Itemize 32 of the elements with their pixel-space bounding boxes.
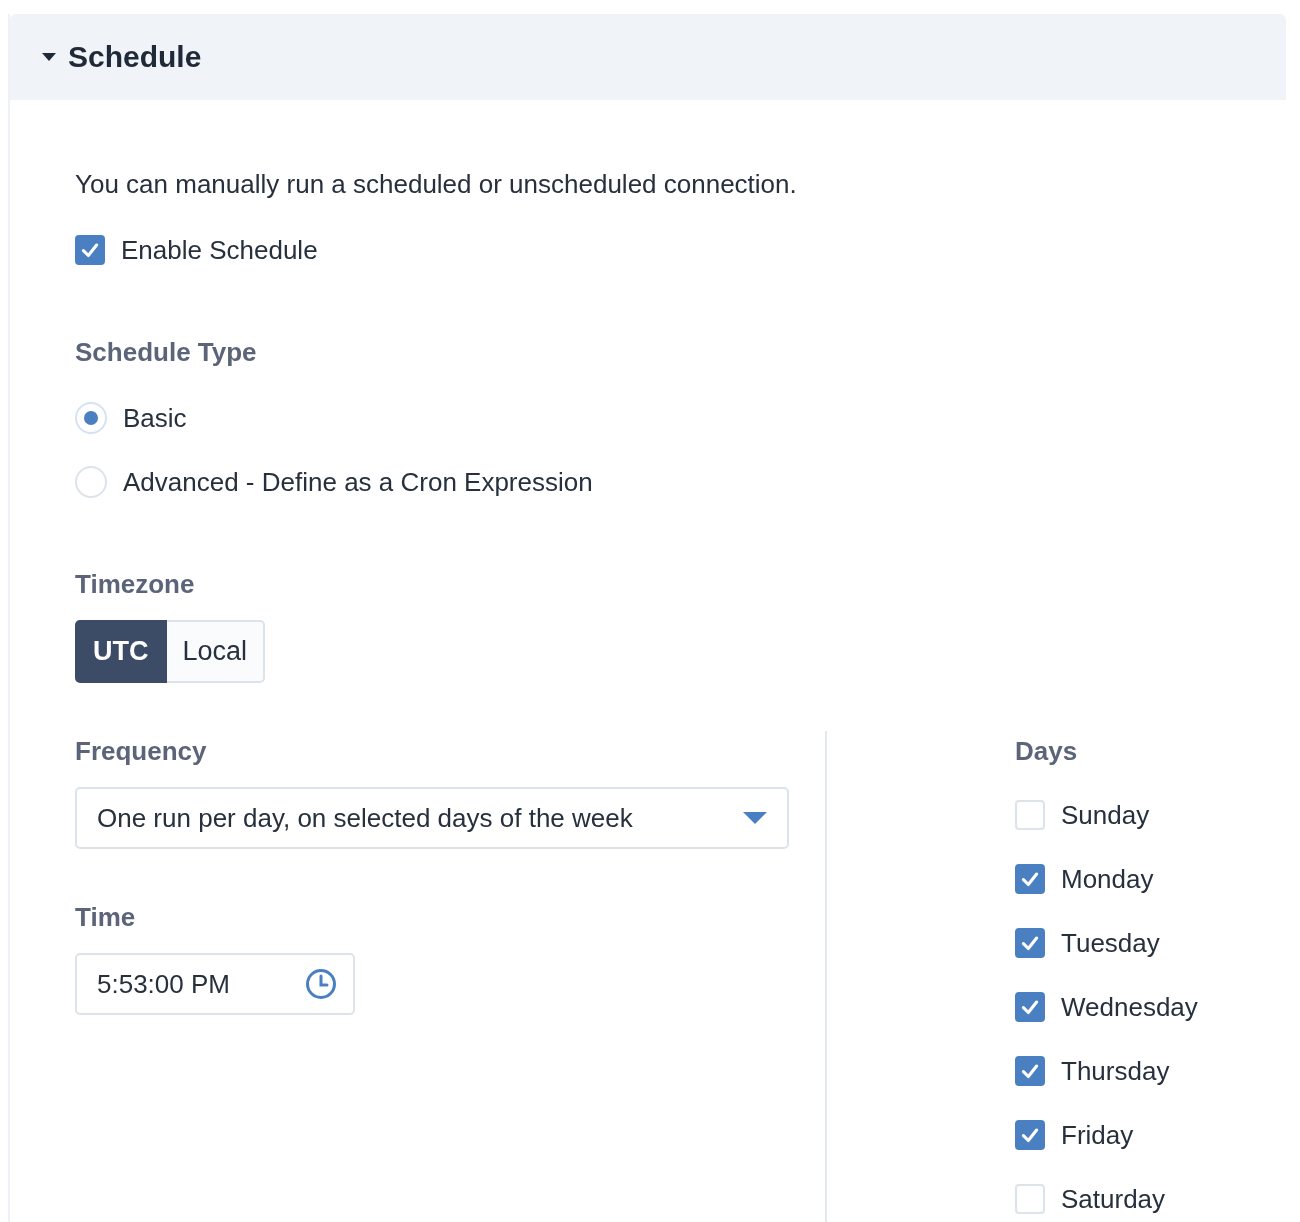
checkbox-label: Tuesday xyxy=(1061,927,1160,959)
radio-label: Basic xyxy=(123,402,187,434)
field-label: Timezone xyxy=(75,568,196,600)
day-checkbox[interactable] xyxy=(1015,1056,1045,1086)
day-checkbox[interactable] xyxy=(1015,928,1045,958)
field-label: Frequency xyxy=(75,735,208,767)
enable-checkbox[interactable] xyxy=(75,235,105,265)
checkbox-label: Monday xyxy=(1061,863,1154,895)
description-text: You can manually run a scheduled or unscheduled connection. xyxy=(75,168,798,200)
checkbox-label: Enable Schedule xyxy=(121,234,318,266)
radio-button[interactable] xyxy=(75,466,107,498)
time-field[interactable]: 5:53:00 PM xyxy=(75,953,355,1015)
section-header[interactable]: Schedule xyxy=(10,14,1286,100)
day-checkbox[interactable] xyxy=(1015,1120,1045,1150)
checkbox-label: Sunday xyxy=(1061,799,1150,831)
radio-button[interactable] xyxy=(75,402,107,434)
timezone-option[interactable]: Local xyxy=(166,620,266,683)
section-title: Schedule xyxy=(68,40,202,74)
field-label: Days xyxy=(1015,735,1079,767)
day-checkbox[interactable] xyxy=(1015,864,1045,894)
checkbox-label: Saturday xyxy=(1061,1183,1166,1215)
checkbox-label: Wednesday xyxy=(1061,991,1198,1023)
field-label: Time xyxy=(75,901,137,933)
clock-icon xyxy=(305,968,337,1000)
caret-icon xyxy=(743,812,767,824)
checkbox-label: Thursday xyxy=(1061,1055,1170,1087)
field-label: Schedule Type xyxy=(75,336,258,368)
day-checkbox[interactable] xyxy=(1015,992,1045,1022)
frequency-dropdown[interactable]: One run per day, on selected days of the week xyxy=(75,787,789,849)
radio-label: Advanced - Define as a Cron Expression xyxy=(123,466,593,498)
timezone-option[interactable]: UTC xyxy=(75,620,167,683)
checkbox-label: Friday xyxy=(1061,1119,1134,1151)
